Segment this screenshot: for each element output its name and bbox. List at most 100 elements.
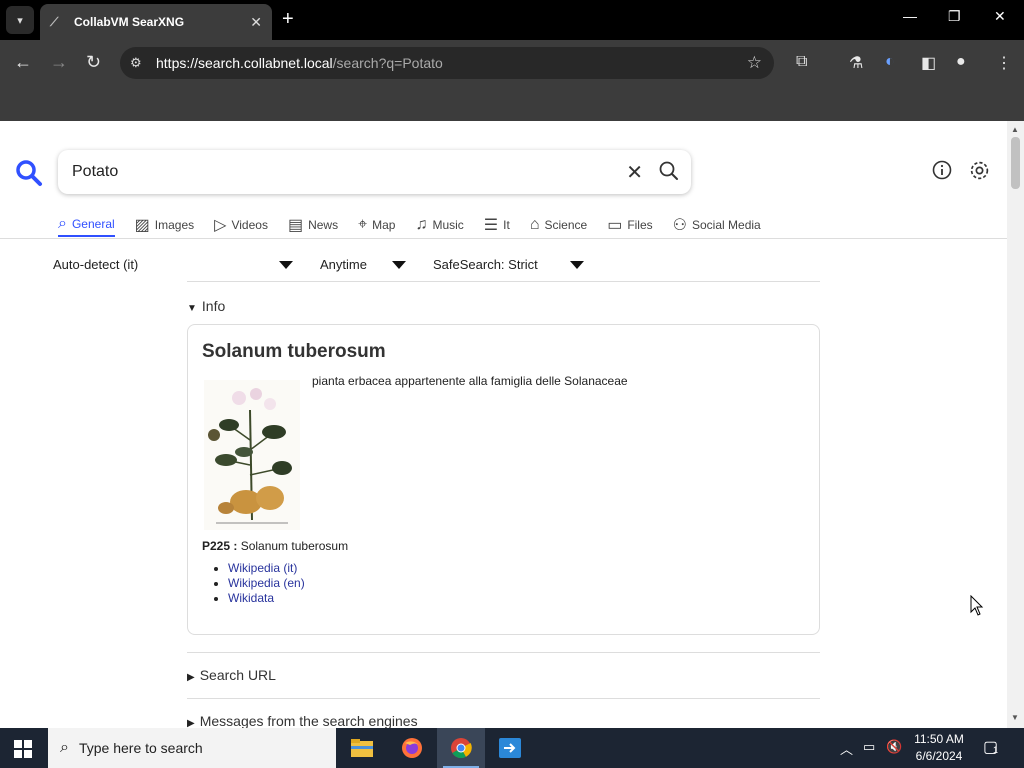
wikipedia-en-link[interactable]: Wikipedia (en) [228, 576, 305, 590]
remote-app-icon[interactable] [486, 728, 534, 768]
page-scrollbar[interactable]: ▲ ▼ [1007, 121, 1024, 728]
filters-divider [187, 281, 820, 282]
searxng-logo-icon[interactable] [15, 159, 43, 187]
language-dropdown-icon[interactable] [279, 261, 293, 269]
potato-plant-illustration[interactable] [204, 380, 300, 530]
time-dropdown-icon[interactable] [392, 261, 406, 269]
browser-tab[interactable]: ⟋ CollabVM SearXNG ✕ [40, 4, 272, 40]
tab-search-button[interactable]: ▾ [6, 6, 34, 34]
scrollbar-thumb[interactable] [1011, 137, 1020, 189]
network-icon[interactable]: ▭ [863, 739, 875, 755]
tab-news[interactable]: ▤ News [288, 213, 338, 237]
side-panel-icon[interactable]: ◧ [921, 53, 936, 73]
browser-toolbar: ← → ↻ ⚙ https://search.collabnet.local/s… [0, 40, 1024, 86]
tab-map[interactable]: ⌖ Map [358, 213, 395, 237]
file-explorer-icon[interactable] [338, 728, 386, 768]
image-icon: ▨ [134, 217, 150, 234]
sync-icon[interactable]: ◐ [885, 53, 895, 71]
tab-it[interactable]: ☰ It [484, 213, 510, 237]
maximize-icon[interactable]: ❐ [948, 8, 961, 25]
infobox-links: Wikipedia (it) Wikipedia (en) Wikidata [228, 561, 305, 606]
tray-chevron-icon[interactable]: ︿ [840, 739, 853, 758]
notification-count: 1 [993, 745, 999, 755]
page-content: Potato ✕ ⌕ General ▨ Images ▷ Videos ▤ News … [0, 121, 1007, 728]
files-icon: ▭ [607, 217, 623, 234]
graduation-cap-icon: ⌂ [529, 216, 540, 233]
tab-label: News [308, 218, 339, 232]
scroll-down-icon[interactable]: ▼ [1011, 713, 1019, 722]
close-tab-icon[interactable]: ✕ [250, 14, 262, 31]
safesearch-select[interactable]: SafeSearch: Strict [433, 257, 538, 272]
tab-title: CollabVM SearXNG [74, 15, 185, 29]
windows-start-icon[interactable] [14, 740, 32, 758]
settings-gear-icon[interactable] [969, 160, 990, 181]
info-icon[interactable] [932, 160, 952, 180]
tab-science[interactable]: ⌂ Science [530, 213, 587, 237]
tab-label: Social Media [692, 218, 761, 232]
time-range-select[interactable]: Anytime [320, 257, 367, 272]
window-close-icon[interactable]: ✕ [994, 8, 1006, 25]
search-icon: ⌕ [58, 215, 67, 232]
taskbar-search-placeholder: Type here to search [78, 740, 203, 756]
chrome-icon[interactable] [437, 728, 485, 768]
reload-icon[interactable]: ↻ [86, 52, 101, 72]
expanded-triangle-icon: ▼ [187, 303, 197, 314]
tab-images[interactable]: ▨ Images [135, 213, 194, 237]
tab-general[interactable]: ⌕ General [58, 213, 115, 237]
new-tab-button[interactable]: + [282, 8, 294, 31]
attribute-value: Solanum tuberosum [237, 539, 349, 553]
music-icon: ♫ [415, 216, 428, 233]
forward-icon[interactable]: → [50, 52, 68, 72]
clear-search-icon[interactable]: ✕ [626, 160, 643, 185]
layers-icon: ☰ [483, 217, 499, 234]
browser-tab-bar: ▾ ⟋ CollabVM SearXNG ✕ + — ❐ ✕ [0, 0, 1024, 40]
site-info-icon[interactable]: ⚙ [130, 55, 156, 71]
bookmarks-bar [0, 86, 1024, 121]
browser-menu-icon[interactable]: ⋮ [996, 53, 1012, 73]
tab-files[interactable]: ▭ Files [607, 213, 652, 237]
profile-avatar-icon[interactable]: ● [956, 53, 966, 71]
engine-messages-summary[interactable]: ▶ Messages from the search engines [187, 713, 418, 728]
infobox: Solanum tuberosum pianta erbacea apparte… [187, 324, 820, 635]
windows-taskbar: ⌕ Type here to search ︿ ▭ 🔇 11:50 AM 6/6… [0, 728, 1024, 768]
language-select[interactable]: Auto-detect (it) [53, 257, 138, 272]
newspaper-icon: ▤ [287, 217, 304, 234]
infobox-description: pianta erbacea appartenente alla famigli… [312, 374, 628, 388]
tab-label: Science [544, 218, 588, 232]
back-icon[interactable]: ← [14, 52, 32, 72]
taskbar-search-box[interactable]: ⌕ Type here to search [48, 728, 336, 768]
search-query: Potato [72, 163, 119, 180]
info-summary[interactable]: ▼ Info [187, 298, 225, 314]
notifications-icon[interactable]: ▢ 1 [983, 737, 998, 757]
volume-muted-icon[interactable]: 🔇 [886, 739, 902, 755]
minimize-icon[interactable]: — [903, 8, 917, 24]
bookmark-star-icon[interactable]: ☆ [747, 53, 762, 73]
collapsed-triangle-icon: ▶ [187, 672, 195, 683]
collapsed-triangle-icon: ▶ [187, 718, 195, 728]
safesearch-dropdown-icon[interactable] [570, 261, 584, 269]
scroll-up-icon[interactable]: ▲ [1011, 125, 1019, 134]
tab-videos[interactable]: ▷ Videos [214, 213, 268, 237]
list-item: Wikidata [228, 591, 305, 605]
tab-music[interactable]: ♫ Music [415, 213, 463, 237]
category-tabs: ⌕ General ▨ Images ▷ Videos ▤ News ⌖ Map ♫ Mus… [58, 213, 781, 239]
tab-label: Files [627, 218, 653, 232]
address-bar[interactable]: ⚙ https://search.collabnet.local/search?… [120, 47, 774, 79]
attribute-key: P225 : [202, 539, 238, 553]
wikidata-link[interactable]: Wikidata [228, 591, 274, 605]
play-icon: ▷ [214, 217, 227, 234]
extensions-icon[interactable]: ⧉ [796, 53, 807, 71]
tab-social-media[interactable]: ⚇ Social Media [673, 213, 761, 237]
tab-label: Music [432, 218, 464, 232]
infobox-title: Solanum tuberosum [202, 341, 386, 362]
search-url-summary[interactable]: ▶ Search URL [187, 667, 276, 683]
labs-flask-icon[interactable]: ⚗ [849, 53, 863, 73]
tab-label: Map [372, 218, 396, 232]
firefox-icon[interactable] [388, 728, 436, 768]
search-icon[interactable] [659, 161, 679, 181]
search-input[interactable]: Potato ✕ [58, 150, 691, 194]
url-text: https://search.collabnet.local/search?q=… [156, 55, 443, 71]
wikipedia-it-link[interactable]: Wikipedia (it) [228, 561, 297, 575]
tab-label: It [503, 218, 510, 232]
taskbar-clock[interactable]: 11:50 AM 6/6/2024 [905, 731, 973, 765]
